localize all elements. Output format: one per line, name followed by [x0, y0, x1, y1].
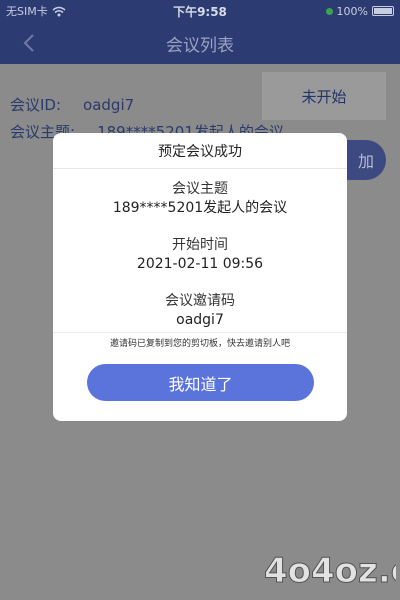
status-left: 无SIM卡: [6, 3, 146, 19]
start-time-section: 开始时间 2021-02-11 09:56: [53, 236, 347, 274]
dialog-title: 预定会议成功: [53, 133, 347, 169]
copy-hint: 邀请码已复制到您的剪切板，快去邀请别人吧: [53, 332, 347, 349]
wifi-icon: [52, 6, 66, 16]
topic-value: 189****5201发起人的会议: [112, 200, 288, 216]
page-title: 会议列表: [166, 35, 234, 56]
success-dialog: 预定会议成功 会议主题 189****5201发起人的会议 开始时间 2021-…: [53, 133, 347, 421]
watermark-logo: 4o4oz.com: [264, 551, 397, 592]
status-time: 下午9:58: [173, 4, 227, 19]
start-time-value: 2021-02-11 09:56: [136, 256, 264, 272]
nav-bar: 会议列表: [0, 22, 400, 64]
watermark-text: 4o4oz.com: [264, 551, 396, 591]
carrier-text: 无SIM卡: [6, 5, 48, 18]
meeting-id-label: 会议ID:: [10, 96, 62, 114]
invite-code-section: 会议邀请码 oadgi7: [53, 292, 347, 330]
start-time-label: 开始时间: [172, 237, 228, 253]
chevron-left-icon: [23, 34, 34, 52]
ok-button[interactable]: 我知道了: [87, 364, 314, 401]
invite-code-value: oadgi7: [176, 312, 224, 328]
location-dot-icon: [325, 7, 333, 15]
status-badge[interactable]: 未开始: [262, 72, 386, 120]
invite-code-label: 会议邀请码: [165, 293, 235, 309]
battery-percent: 100%: [336, 4, 368, 18]
status-right: 100%: [254, 5, 394, 18]
topic-label: 会议主题: [172, 181, 228, 197]
back-button[interactable]: [14, 28, 44, 58]
meeting-id-row: 会议ID: oadgi7: [10, 94, 134, 115]
meeting-id-value: oadgi7: [83, 96, 135, 114]
topic-section: 会议主题 189****5201发起人的会议: [53, 180, 347, 218]
battery-icon: [372, 6, 394, 16]
status-bar: 无SIM卡 下午9:58 100%: [0, 0, 400, 22]
